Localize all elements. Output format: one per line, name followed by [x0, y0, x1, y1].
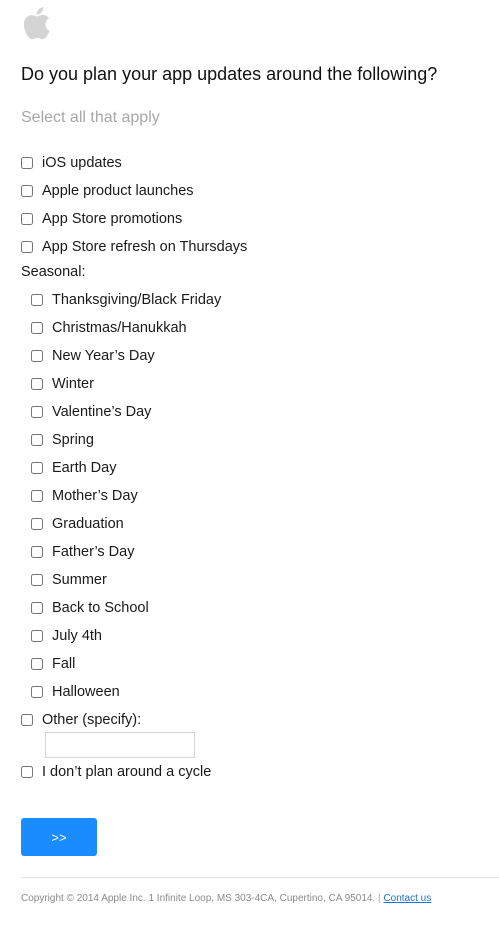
option-label: Summer: [52, 572, 107, 588]
checkbox[interactable]: [31, 490, 43, 502]
option-label: App Store promotions: [42, 211, 183, 227]
option-other[interactable]: Other (specify):: [21, 709, 141, 731]
select-all-hint: Select all that apply: [21, 109, 160, 126]
seasonal-option-july-4th[interactable]: July 4th: [31, 625, 102, 647]
footer: Copyright © 2014 Apple Inc. 1 Infinite L…: [21, 893, 431, 904]
option-no-cycle[interactable]: I don’t plan around a cycle: [21, 761, 211, 783]
checkbox[interactable]: [21, 766, 33, 778]
seasonal-option-back-to-school[interactable]: Back to School: [31, 597, 149, 619]
checkbox[interactable]: [21, 241, 33, 253]
question-title: Do you plan your app updates around the …: [21, 64, 438, 84]
footer-separator: |: [378, 893, 381, 904]
checkbox[interactable]: [21, 157, 33, 169]
option-label: Apple product launches: [42, 183, 194, 199]
option-label: Father’s Day: [52, 544, 135, 560]
footer-divider: [21, 877, 499, 878]
option-app-store-promotions[interactable]: App Store promotions: [21, 208, 182, 230]
seasonal-option-earth-day[interactable]: Earth Day: [31, 457, 116, 479]
checkbox[interactable]: [31, 378, 43, 390]
seasonal-option-spring[interactable]: Spring: [31, 429, 94, 451]
option-label: Graduation: [52, 516, 124, 532]
checkbox[interactable]: [31, 322, 43, 334]
seasonal-option-fathers-day[interactable]: Father’s Day: [31, 541, 134, 563]
option-label: Fall: [52, 656, 76, 672]
seasonal-option-winter[interactable]: Winter: [31, 373, 94, 395]
option-label: Winter: [52, 376, 94, 392]
checkbox[interactable]: [31, 406, 43, 418]
other-specify-input[interactable]: [45, 732, 195, 758]
checkbox[interactable]: [31, 602, 43, 614]
option-label: I don’t plan around a cycle: [42, 764, 212, 780]
copyright-text: Copyright © 2014 Apple Inc. 1 Infinite L…: [21, 893, 376, 904]
checkbox[interactable]: [21, 213, 33, 225]
checkbox[interactable]: [31, 294, 43, 306]
next-button[interactable]: >>: [21, 818, 97, 856]
checkbox[interactable]: [31, 658, 43, 670]
checkbox[interactable]: [31, 574, 43, 586]
seasonal-option-thanksgiving[interactable]: Thanksgiving/Black Friday: [31, 289, 221, 311]
option-label: Halloween: [52, 684, 120, 700]
checkbox[interactable]: [21, 185, 33, 197]
checkbox[interactable]: [31, 434, 43, 446]
option-label: Other (specify):: [42, 712, 142, 728]
option-label: App Store refresh on Thursdays: [42, 239, 248, 255]
contact-us-link[interactable]: Contact us: [383, 893, 431, 904]
option-ios-updates[interactable]: iOS updates: [21, 152, 122, 174]
checkbox[interactable]: [31, 630, 43, 642]
option-app-store-refresh[interactable]: App Store refresh on Thursdays: [21, 236, 247, 258]
option-label: New Year’s Day: [52, 348, 155, 364]
checkbox[interactable]: [31, 518, 43, 530]
option-label: Spring: [52, 432, 94, 448]
seasonal-option-christmas[interactable]: Christmas/Hanukkah: [31, 317, 187, 339]
checkbox[interactable]: [31, 350, 43, 362]
seasonal-label: Seasonal:: [21, 264, 86, 280]
option-label: Christmas/Hanukkah: [52, 320, 187, 336]
checkbox[interactable]: [31, 462, 43, 474]
option-apple-product-launches[interactable]: Apple product launches: [21, 180, 194, 202]
option-label: July 4th: [52, 628, 102, 644]
seasonal-option-summer[interactable]: Summer: [31, 569, 107, 591]
option-label: Thanksgiving/Black Friday: [52, 292, 222, 308]
checkbox[interactable]: [31, 546, 43, 558]
checkbox[interactable]: [21, 714, 33, 726]
option-label: Valentine’s Day: [52, 404, 152, 420]
option-label: Mother’s Day: [52, 488, 138, 504]
checkbox[interactable]: [31, 686, 43, 698]
seasonal-option-new-years-day[interactable]: New Year’s Day: [31, 345, 155, 367]
option-label: Earth Day: [52, 460, 117, 476]
option-label: iOS updates: [42, 155, 122, 171]
seasonal-option-fall[interactable]: Fall: [31, 653, 75, 675]
seasonal-option-valentines-day[interactable]: Valentine’s Day: [31, 401, 151, 423]
apple-logo-icon: [21, 6, 51, 40]
seasonal-option-graduation[interactable]: Graduation: [31, 513, 124, 535]
seasonal-option-halloween[interactable]: Halloween: [31, 681, 120, 703]
seasonal-option-mothers-day[interactable]: Mother’s Day: [31, 485, 138, 507]
option-label: Back to School: [52, 600, 149, 616]
